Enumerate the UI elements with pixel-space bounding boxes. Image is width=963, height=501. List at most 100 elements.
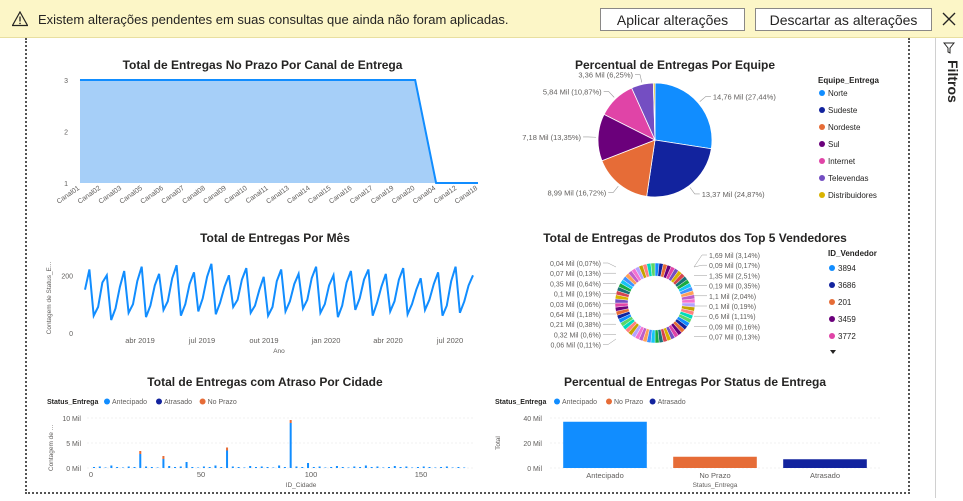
legend-item: Atrasado: [658, 399, 686, 406]
x-tick-label: abr 2020: [373, 336, 403, 345]
city-bar: [440, 467, 443, 468]
city-bar: [388, 467, 391, 468]
donut-data-label: 0,03 Mil (0,06%): [550, 302, 601, 309]
legend-marker: [819, 90, 825, 96]
city-bar: [231, 466, 234, 468]
legend-item: Sudeste: [828, 106, 858, 115]
donut-data-label: 0,07 Mil (0,13%): [709, 335, 760, 342]
x-tick-label: No Prazo: [699, 471, 730, 480]
pie-leader-line: [635, 74, 643, 83]
area-chart-entregas-no-prazo[interactable]: 123Canal01Canal02Canal03Canal05Canal06Ca…: [35, 70, 485, 220]
x-tick-label: jan 2020: [311, 336, 341, 345]
legend-title: Status_Entrega: [495, 399, 546, 406]
filters-pane[interactable]: Filtros: [935, 38, 963, 498]
pie-slice: [646, 139, 712, 198]
y-tick-label: 2: [64, 130, 68, 137]
pie-data-label: 8,99 Mil (16,72%): [547, 188, 606, 197]
legend-item: No Prazo: [208, 399, 237, 406]
legend-item: 3894: [838, 264, 856, 273]
city-bar: [318, 466, 321, 468]
y-tick-label: 0 Mil: [527, 466, 542, 473]
city-bar: [237, 467, 240, 468]
pie-data-label: 13,37 Mil (24,87%): [702, 190, 765, 199]
donut-data-label: 0,6 Mil (1,11%): [709, 314, 756, 321]
visual-title-status-entrega: Percentual de Entregas Por Status de Ent…: [563, 375, 827, 389]
city-bar: [382, 467, 385, 468]
pie-data-label: 5,84 Mil (10,87%): [543, 88, 602, 97]
pie-leader-line: [699, 96, 711, 102]
city-bar: [156, 467, 159, 468]
city-bar: [260, 466, 263, 468]
city-bar: [249, 466, 252, 468]
city-bar: [359, 467, 362, 468]
apply-changes-button[interactable]: Aplicar alterações: [600, 8, 745, 31]
y-tick-label: 5 Mil: [66, 441, 81, 448]
y-axis-label: Contagem de ...: [48, 425, 55, 471]
x-tick-label: 100: [305, 470, 318, 479]
donut-data-label: 0,1 Mil (0,19%): [709, 304, 756, 311]
pie-leader-line: [689, 187, 700, 195]
y-axis-label: Total: [495, 436, 502, 450]
pie-data-label: 14,76 Mil (27,44%): [713, 92, 776, 101]
y-axis-label: Contagem de Status_E...: [46, 261, 53, 334]
donut-data-label: 0,32 Mil (0,6%): [554, 332, 601, 339]
legend-item: No Prazo: [614, 399, 643, 406]
line-chart-entregas-mes[interactable]: 0 200 abr 2019 jul 2019 out 2019 jan 2020 abr …: [35, 243, 485, 363]
city-bar: [278, 465, 281, 468]
city-bar: [324, 467, 327, 468]
legend-item: Atrasado: [164, 399, 192, 406]
city-bar: [214, 465, 217, 468]
legend-item: Nordeste: [828, 123, 861, 132]
city-bar: [376, 466, 379, 468]
city-bar: [98, 466, 101, 468]
city-bar: [243, 467, 246, 468]
filter-icon: [943, 42, 955, 54]
legend-title: ID_Vendedor: [828, 249, 877, 258]
city-bar: [428, 467, 431, 468]
legend-marker: [156, 398, 162, 405]
city-bar: [168, 466, 171, 468]
legend-marker: [104, 398, 110, 405]
legend-item: Internet: [828, 157, 856, 166]
legend-marker: [606, 398, 612, 405]
city-bar: [353, 466, 356, 468]
pie-chart-equipe[interactable]: 14,76 Mil (27,44%) 13,37 Mil (24,87%) 8,99…: [495, 70, 895, 220]
y-tick-label: 200: [61, 273, 73, 280]
city-bar: [179, 466, 182, 468]
city-bar: [173, 467, 176, 468]
discard-changes-button[interactable]: Descartar as alterações: [755, 8, 932, 31]
city-bar: [307, 463, 310, 468]
y-tick-label: 3: [64, 78, 68, 85]
pie-leader-line: [603, 91, 615, 98]
city-bar: [133, 467, 136, 468]
legend-marker: [819, 175, 825, 181]
legend-item: 3686: [838, 281, 856, 290]
city-bar: [416, 467, 419, 468]
city-bar: [185, 462, 188, 468]
city-bar: [272, 467, 275, 468]
city-bar: [266, 467, 269, 468]
donut-data-label: 0,06 Mil (0,11%): [551, 343, 601, 350]
pie-data-label: 7,18 Mil (13,35%): [522, 133, 581, 142]
city-bar: [330, 467, 333, 468]
legend-marker: [829, 282, 835, 288]
filters-label: Filtros: [945, 60, 961, 103]
city-bar: [457, 467, 460, 468]
close-icon[interactable]: [940, 10, 958, 28]
donut-leader-line: [603, 262, 617, 268]
donut-chart-top5-vendedores[interactable]: 0,04 Mil (0,07%) 0,07 Mil (0,13%) 0,35 Mil…: [495, 243, 895, 363]
y-tick-label: 0 Mil: [66, 466, 81, 473]
city-bar: [364, 465, 367, 468]
bar-chart-status-entrega[interactable]: Status_Entrega Antecipado No Prazo Atrasado…: [485, 388, 895, 494]
bar-chart-atraso-cidade[interactable]: Status_Entrega Antecipado Atrasado No Prazo…: [35, 388, 485, 494]
city-bar: [104, 467, 107, 468]
city-bar: [341, 467, 344, 468]
donut-data-label: 1,1 Mil (2,04%): [709, 294, 756, 301]
donut-leader-line: [603, 338, 617, 345]
city-bar: [191, 467, 194, 468]
legend-item: Televendas: [828, 174, 868, 183]
pending-changes-banner: Existem alterações pendentes em suas con…: [0, 0, 963, 38]
city-bar: [226, 450, 229, 468]
status-bar: [563, 421, 647, 468]
series-line: [84, 263, 474, 321]
